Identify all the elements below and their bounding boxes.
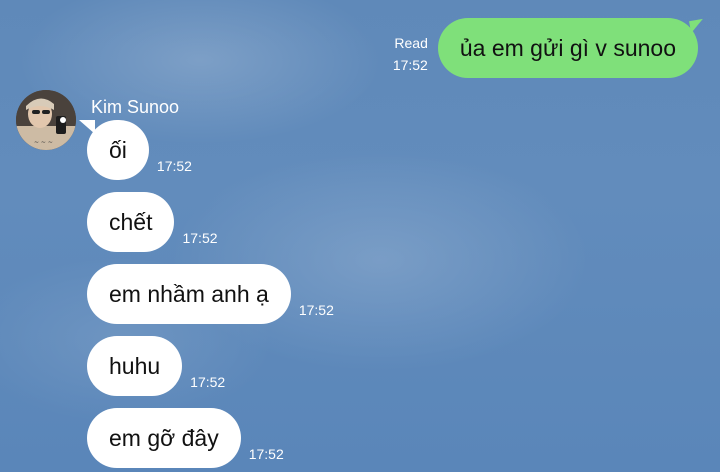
contact-avatar[interactable]: ~ ~ ~ xyxy=(16,90,76,150)
incoming-message[interactable]: em gỡ đây 17:52 xyxy=(87,408,284,468)
incoming-message[interactable]: ối 17:52 xyxy=(79,120,192,180)
incoming-bubble[interactable]: ối xyxy=(79,120,149,180)
incoming-time: 17:52 xyxy=(156,158,192,174)
outgoing-bubble[interactable]: ủa em gửi gì v sunoo xyxy=(437,18,698,78)
incoming-bubble[interactable]: em gỡ đây xyxy=(87,408,241,468)
incoming-time: 17:52 xyxy=(182,230,218,246)
avatar-photo: ~ ~ ~ xyxy=(16,90,76,150)
incoming-bubble[interactable]: chết xyxy=(87,192,175,252)
svg-text:~ ~ ~: ~ ~ ~ xyxy=(34,139,53,146)
incoming-time: 17:52 xyxy=(298,302,334,318)
incoming-message[interactable]: huhu 17:52 xyxy=(87,336,225,396)
outgoing-time: 17:52 xyxy=(392,57,428,73)
read-status: Read xyxy=(394,35,428,51)
incoming-bubble[interactable]: em nhầm anh ạ xyxy=(87,264,291,324)
outgoing-message[interactable]: Read 17:52 ủa em gửi gì v sunoo xyxy=(393,18,698,78)
incoming-message[interactable]: chết 17:52 xyxy=(87,192,218,252)
incoming-time: 17:52 xyxy=(248,446,284,462)
incoming-bubble[interactable]: huhu xyxy=(87,336,183,396)
contact-name: Kim Sunoo xyxy=(91,97,180,117)
incoming-message[interactable]: em nhầm anh ạ 17:52 xyxy=(87,264,334,324)
outgoing-meta: Read 17:52 xyxy=(393,32,428,76)
incoming-time: 17:52 xyxy=(190,374,226,390)
